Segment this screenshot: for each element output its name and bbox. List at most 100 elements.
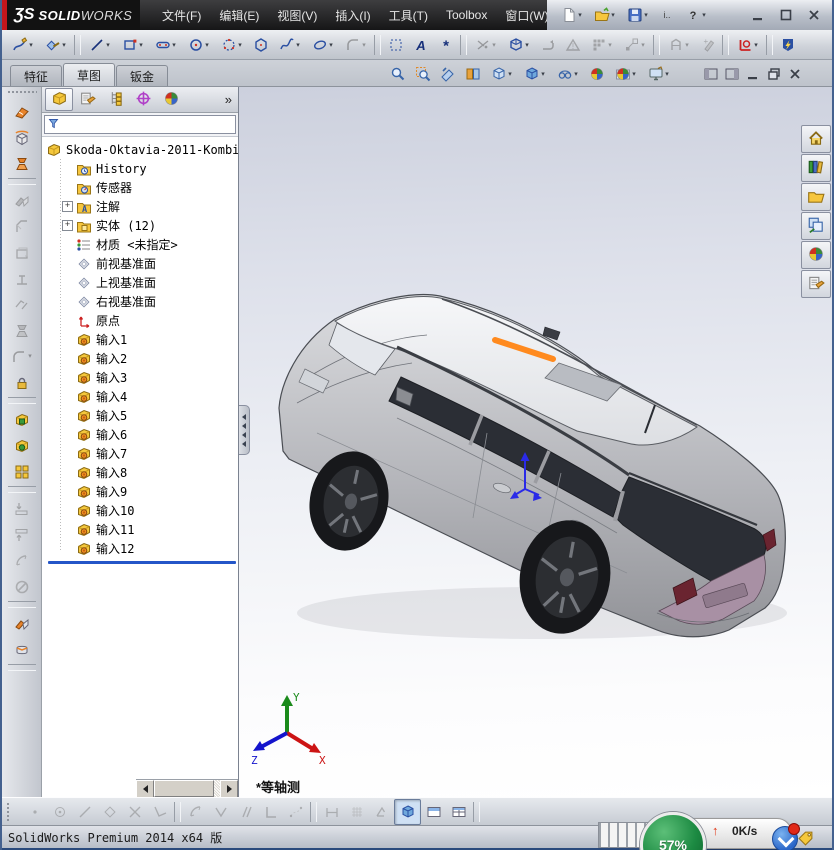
menu-toolbox[interactable]: Toolbox	[438, 4, 495, 26]
custom-properties-tab-icon[interactable]	[801, 270, 831, 298]
add-relation-icon[interactable]: +▾	[695, 33, 720, 57]
zoom-fit-icon[interactable]: ▾	[385, 62, 410, 86]
point-icon[interactable]: *▾	[433, 33, 458, 57]
dome-icon[interactable]: ▾	[4, 343, 40, 369]
split-body-icon[interactable]: ▾	[7, 547, 37, 573]
scroll-thumb[interactable]	[154, 780, 214, 797]
linear-sketch-pattern-icon[interactable]: ▾	[585, 33, 618, 57]
fold-icon[interactable]: ▾	[7, 610, 37, 636]
tree-item-material[interactable]: + 材质 <未指定>	[62, 235, 238, 254]
doc-close-button[interactable]	[785, 65, 804, 82]
display-relations-icon[interactable]: ▾	[662, 33, 695, 57]
sketch-text-icon[interactable]: A▾	[408, 33, 433, 57]
tree-item-sensors[interactable]: + 传感器	[62, 178, 238, 197]
edit-appearance-icon[interactable]: ▾	[584, 62, 609, 86]
tree-item-import-1[interactable]: + 输入1	[62, 330, 238, 349]
sketch-warning-icon[interactable]: !▾	[560, 33, 585, 57]
doc-restore-button[interactable]	[764, 65, 783, 82]
line-icon[interactable]: ▾	[83, 33, 116, 57]
tree-item-import-10[interactable]: + 输入10	[62, 501, 238, 520]
doc-minimize-button[interactable]	[743, 65, 762, 82]
tree-item-top-plane[interactable]: + 上视基准面	[62, 273, 238, 292]
scroll-track[interactable]	[154, 780, 220, 797]
sketch-fillet-icon[interactable]: ▾	[339, 33, 372, 57]
expand-toggle[interactable]: +	[62, 220, 73, 231]
tree-item-import-3[interactable]: + 输入3	[62, 368, 238, 387]
intersect-bodies-icon[interactable]: ▾	[7, 432, 37, 458]
tab-sketch[interactable]: 草图	[63, 63, 116, 86]
shaded-view-icon[interactable]: ▾	[394, 798, 421, 825]
zoom-area-icon[interactable]: ▾	[410, 62, 435, 86]
dimxpertmanager-tab-icon[interactable]	[129, 88, 157, 111]
spline-icon[interactable]: ▾	[273, 33, 306, 57]
tree-item-import-9[interactable]: + 输入9	[62, 482, 238, 501]
menu-tools[interactable]: 工具(T)	[381, 3, 436, 28]
car-model[interactable]	[277, 283, 797, 643]
viewport-four-icon[interactable]: ▾	[446, 800, 471, 824]
tab-features[interactable]: 特征	[10, 65, 63, 86]
swept-cut-icon[interactable]: ▾	[7, 291, 37, 317]
tree-item-import-2[interactable]: + 输入2	[62, 349, 238, 368]
options-more-button[interactable]: i..▾	[654, 3, 679, 27]
view-orientation-icon[interactable]: ▾	[485, 62, 518, 86]
menu-view[interactable]: 视图(V)	[269, 3, 325, 28]
toolbar-grip[interactable]	[6, 90, 37, 96]
trim-entities-icon[interactable]: ▾	[469, 33, 502, 57]
snap-intersection-icon[interactable]: ▾	[122, 800, 147, 824]
extruded-cut-icon[interactable]: ▾	[7, 239, 37, 265]
open-button[interactable]: ▾	[588, 3, 621, 27]
tree-item-history[interactable]: + History	[62, 159, 238, 178]
snap-quadrant-icon[interactable]: ▾	[97, 800, 122, 824]
perimeter-circle-icon[interactable]: ▾	[215, 33, 248, 57]
hide-show-items-icon[interactable]: ▾	[551, 62, 584, 86]
display-style-icon[interactable]: ▾	[518, 62, 551, 86]
extruded-boss-icon[interactable]: ▾	[7, 98, 37, 124]
insert-below-icon[interactable]: ▾	[7, 495, 37, 521]
snap-point-icon[interactable]: ▾	[22, 800, 47, 824]
apply-scene-icon[interactable]: ▾	[609, 62, 642, 86]
section-view-icon[interactable]: ▾	[460, 62, 485, 86]
tree-item-import-4[interactable]: + 输入4	[62, 387, 238, 406]
offset-entities-icon[interactable]: ▾	[535, 33, 560, 57]
snap-angle-icon[interactable]: ▾	[147, 800, 172, 824]
filter-input[interactable]	[60, 117, 235, 132]
tab-sheet-metal[interactable]: 钣金	[116, 65, 169, 86]
minimize-button[interactable]	[746, 3, 770, 27]
toolbar-grip[interactable]	[6, 801, 12, 822]
revolved-boss-icon[interactable]: ▾	[7, 124, 37, 150]
previous-view-icon[interactable]: ▾	[435, 62, 460, 86]
header-overflow-chevron-icon[interactable]: »	[225, 92, 235, 107]
file-explorer-tab-icon[interactable]	[801, 183, 831, 211]
snap-tangent-icon[interactable]: ▾	[183, 800, 208, 824]
expand-toggle[interactable]: +	[62, 201, 73, 212]
tree-item-right-plane[interactable]: + 右视基准面	[62, 292, 238, 311]
tree-item-solid-bodies[interactable]: + 实体 (12)	[62, 216, 238, 235]
snap-parallel-icon[interactable]: ▾	[233, 800, 258, 824]
overlay-monitor-widget[interactable]: 57% ↑ 0K/s	[596, 812, 816, 850]
tree-item-import-5[interactable]: + 输入5	[62, 406, 238, 425]
scroll-right-button[interactable]	[220, 780, 238, 798]
instant2d-icon[interactable]: ▾	[775, 33, 800, 57]
suppress-icon[interactable]: ▾	[7, 573, 37, 599]
propertymanager-tab-icon[interactable]	[73, 88, 101, 111]
view-settings-icon[interactable]: ▾	[642, 62, 675, 86]
sketch-icon[interactable]: ▾	[6, 33, 39, 57]
swept-boss-icon[interactable]: ▾	[7, 187, 37, 213]
help-button[interactable]: ? ▾	[679, 3, 712, 27]
revolved-cut-icon[interactable]: ▾	[7, 265, 37, 291]
rollback-bar[interactable]	[48, 561, 236, 564]
snap-center-icon[interactable]: ▾	[47, 800, 72, 824]
convert-entities-icon[interactable]: ▾	[502, 33, 535, 57]
unfold-icon[interactable]: ▾	[7, 636, 37, 662]
notification-icon[interactable]	[772, 823, 800, 850]
tree-item-annotations[interactable]: + A 注解	[62, 197, 238, 216]
tree-horizontal-scrollbar[interactable]	[136, 779, 238, 798]
move-entities-icon[interactable]: ▾	[618, 33, 651, 57]
pane-left-button[interactable]	[701, 65, 720, 82]
tree-item-front-plane[interactable]: + 前视基准面	[62, 254, 238, 273]
appearances-tab-icon[interactable]	[801, 241, 831, 269]
combine-bodies-icon[interactable]: ▾	[7, 406, 37, 432]
graphics-area[interactable]: Y X Z *等轴测	[239, 87, 832, 797]
snap-points-icon[interactable]: ▾	[283, 800, 308, 824]
tree-root-part[interactable]: Skoda-Oktavia-2011-Kombi_2L-T	[46, 140, 238, 159]
